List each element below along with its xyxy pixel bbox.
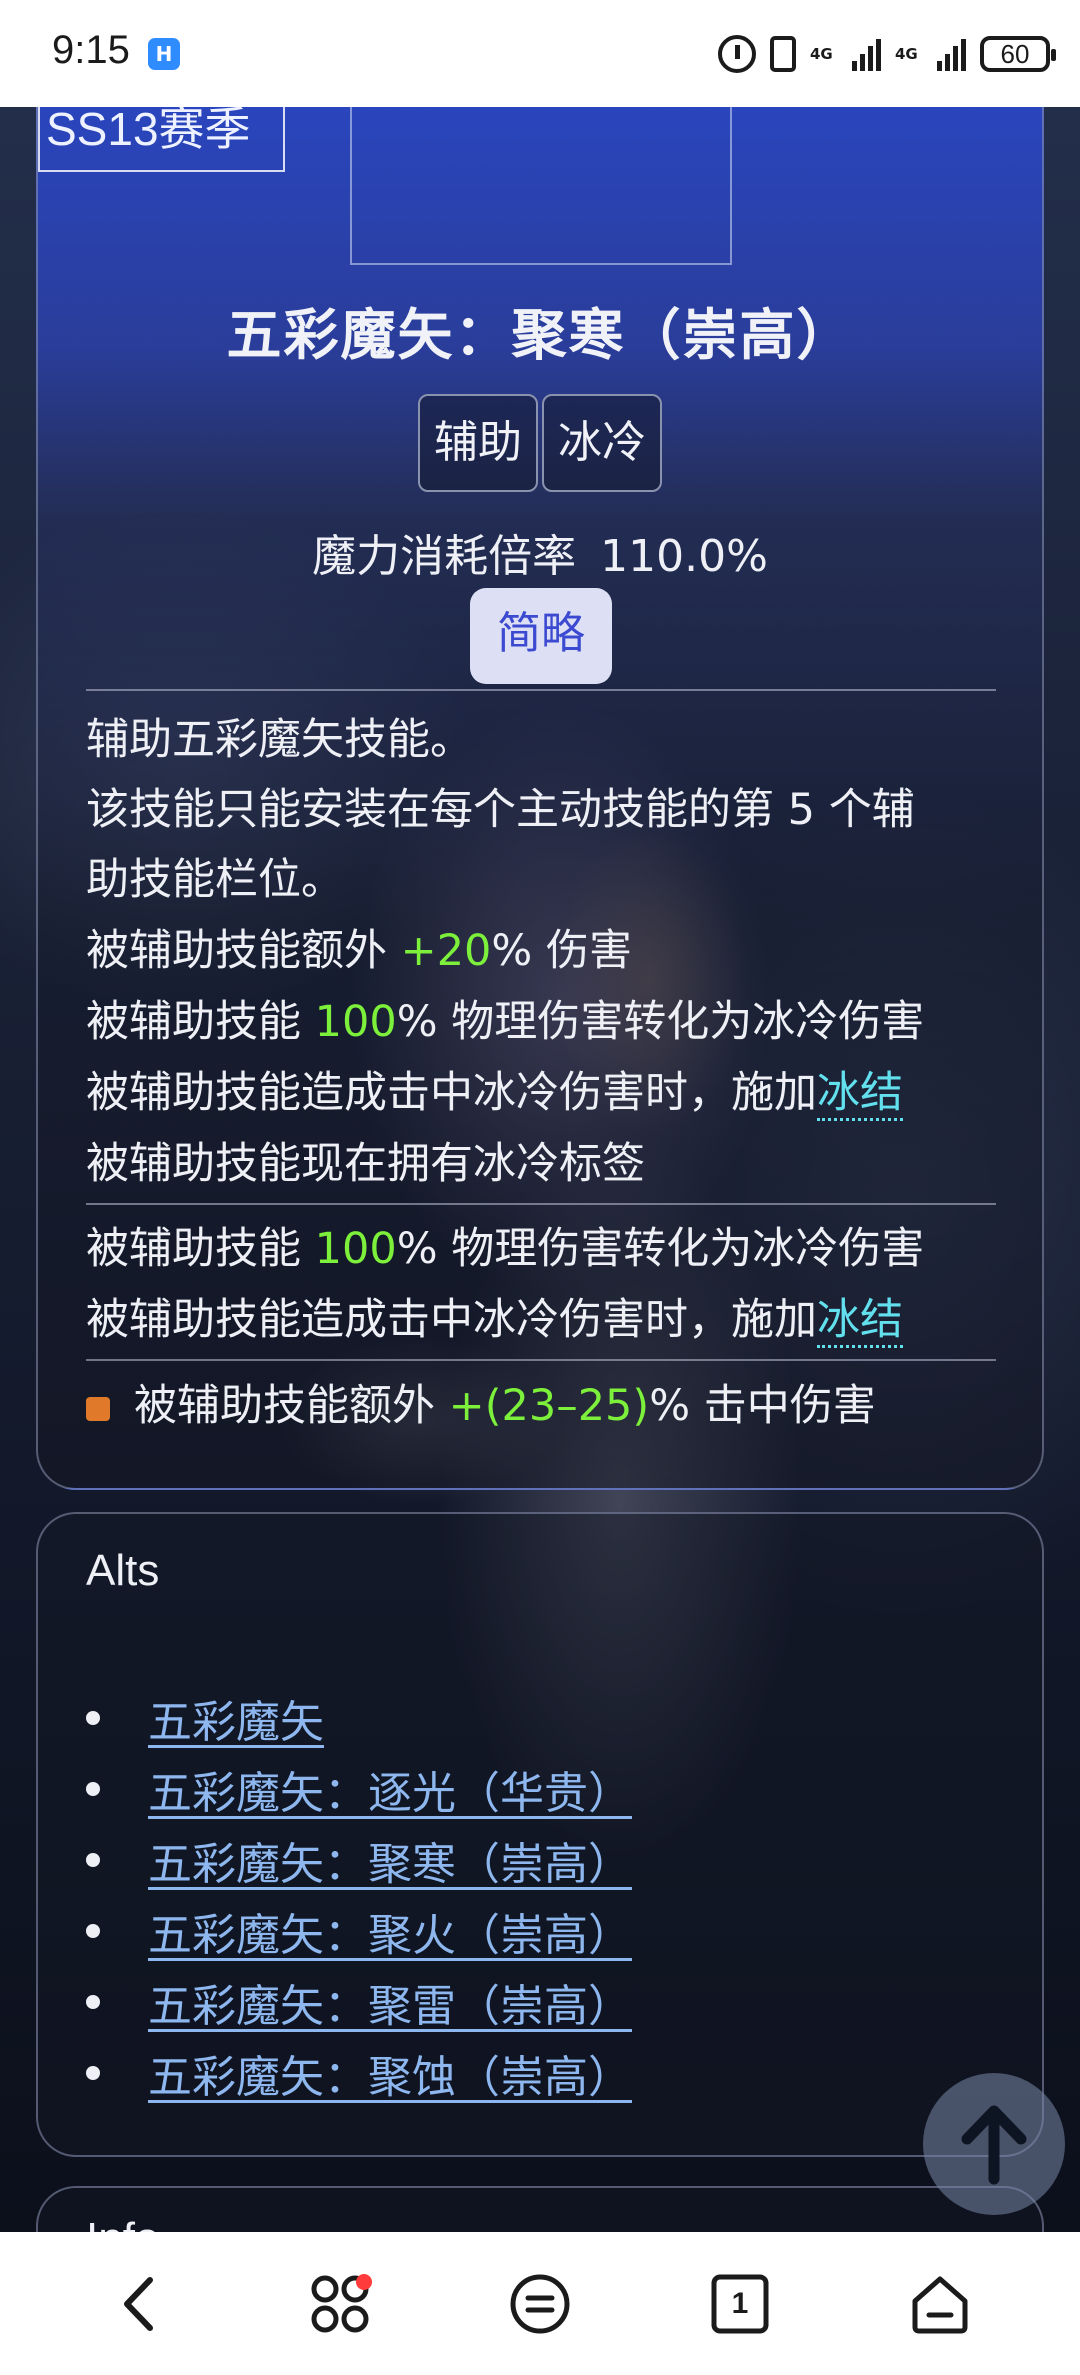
modifier-marker-icon (86, 1396, 110, 1421)
list-item: 五彩魔矢：逐光（华贵） (86, 1753, 632, 1824)
divider (86, 689, 996, 691)
network-type-1: 4G (810, 44, 833, 63)
alts-title: Alts (86, 1546, 160, 1595)
notification-dot (356, 2273, 372, 2290)
modifier-line: 被辅助技能额外 +(23–25)% 击中伤害 (86, 1371, 1006, 1433)
quality-line: 被辅助技能 100% 物理伤害转化为冰冷伤害 (86, 1214, 1006, 1276)
desc-value: 100 (314, 1224, 397, 1274)
desc-line: 助技能栏位。 (86, 855, 344, 905)
bullet-icon (86, 1781, 100, 1796)
scroll-top-button[interactable] (923, 2073, 1065, 2215)
bullet-icon (86, 1710, 100, 1725)
desc-line: 该技能只能安装在每个主动技能的第 5 个辅 (86, 785, 915, 835)
desc-text: 被辅助技能 (86, 997, 315, 1047)
home-icon (912, 2276, 968, 2333)
alt-link[interactable]: 五彩魔矢：逐光（华贵） (148, 1757, 632, 1821)
mana-value: 110.0% (600, 531, 768, 582)
alt-link[interactable]: 五彩魔矢：聚雷（崇高） (148, 1970, 632, 2034)
bullet-icon (86, 1923, 100, 1938)
tabs-icon (711, 2274, 769, 2333)
desc-text: 被辅助技能额外 (134, 1381, 449, 1431)
bottom-nav: 1 (0, 2232, 1080, 2375)
list-item: 五彩魔矢：聚火（崇高） (86, 1895, 632, 1966)
desc-text: 被辅助技能 (86, 1224, 315, 1274)
tag-cold[interactable]: 冰冷 (542, 394, 662, 492)
alts-list: 五彩魔矢 五彩魔矢：逐光（华贵） 五彩魔矢：聚寒（崇高） 五彩魔矢：聚火（崇高）… (86, 1682, 632, 2108)
desc-line: 被辅助技能造成击中冰冷伤害时，施加冰结 (86, 1058, 1006, 1121)
alt-link[interactable]: 五彩魔矢：聚火（崇高） (148, 1899, 632, 1963)
desc-text: % 伤害 (491, 926, 632, 976)
desc-text: 被辅助技能造成击中冰冷伤害时，施加 (86, 1068, 817, 1118)
bullet-icon (86, 2065, 100, 2080)
alt-link[interactable]: 五彩魔矢：聚蚀（崇高） (148, 2041, 632, 2105)
vibrate-icon (770, 36, 796, 72)
quality-line: 被辅助技能造成击中冰冷伤害时，施加冰结 (86, 1285, 1006, 1348)
battery-icon: 60 (980, 36, 1056, 72)
status-time: 9:15 (52, 28, 130, 72)
gem-image-frame (350, 90, 732, 265)
desc-text: % 物理伤害转化为冰冷伤害 (396, 1224, 925, 1274)
arrow-up-icon (961, 2105, 1027, 2185)
divider (86, 1359, 996, 1361)
skill-title: 五彩魔矢：聚寒（崇高） (226, 303, 854, 367)
desc-value: +(23–25) (448, 1381, 650, 1431)
menu-button[interactable] (490, 2254, 590, 2354)
alt-link[interactable]: 五彩魔矢 (148, 1686, 324, 1750)
list-item: 五彩魔矢：聚雷（崇高） (86, 1966, 632, 2037)
back-icon (124, 2276, 153, 2331)
tag-support[interactable]: 辅助 (418, 394, 538, 492)
desc-line: 被辅助技能额外 +20% 伤害 (86, 916, 1006, 978)
brief-toggle-button[interactable]: 简略 (470, 588, 612, 684)
skill-tags: 辅助 冰冷 (0, 394, 1080, 492)
freeze-link[interactable]: 冰结 (817, 1068, 903, 1121)
menu-icon (510, 2274, 570, 2333)
bullet-icon (86, 1994, 100, 2009)
status-icons: 4G 4G 60 (718, 30, 1056, 78)
back-button[interactable] (90, 2254, 190, 2354)
list-item: 五彩魔矢：聚寒（崇高） (86, 1824, 632, 1895)
status-bar: 9:15 H 4G 4G 60 (0, 0, 1080, 107)
alt-link[interactable]: 五彩魔矢：聚寒（崇高） (148, 1828, 632, 1892)
desc-line: 辅助五彩魔矢技能。 (86, 715, 473, 765)
desc-line: 被辅助技能现在拥有冰冷标签 (86, 1139, 645, 1189)
list-item: 五彩魔矢 (86, 1682, 632, 1753)
app-notification-icon: H (148, 38, 180, 70)
desc-text: 被辅助技能额外 (86, 926, 401, 976)
freeze-link[interactable]: 冰结 (817, 1295, 903, 1348)
list-item: 五彩魔矢：聚蚀（崇高） (86, 2037, 632, 2108)
desc-value: +20 (400, 926, 492, 976)
bullet-icon (86, 1852, 100, 1867)
tabs-button[interactable]: 1 (690, 2254, 790, 2354)
alarm-icon (718, 35, 756, 73)
desc-line: 被辅助技能 100% 物理伤害转化为冰冷伤害 (86, 987, 1006, 1049)
network-type-2: 4G (895, 44, 918, 63)
mana-multiplier: 魔力消耗倍率 110.0% (0, 520, 1080, 584)
desc-text: 被辅助技能造成击中冰冷伤害时，施加 (86, 1295, 817, 1345)
signal-icon-1 (852, 37, 881, 71)
mana-label: 魔力消耗倍率 (312, 531, 577, 582)
home-button[interactable] (890, 2254, 990, 2354)
apps-button[interactable] (290, 2254, 390, 2354)
desc-text: % 击中伤害 (649, 1381, 876, 1431)
desc-value: 100 (314, 997, 397, 1047)
signal-icon-2 (937, 37, 966, 71)
divider (86, 1203, 996, 1205)
desc-text: % 物理伤害转化为冰冷伤害 (396, 997, 925, 1047)
